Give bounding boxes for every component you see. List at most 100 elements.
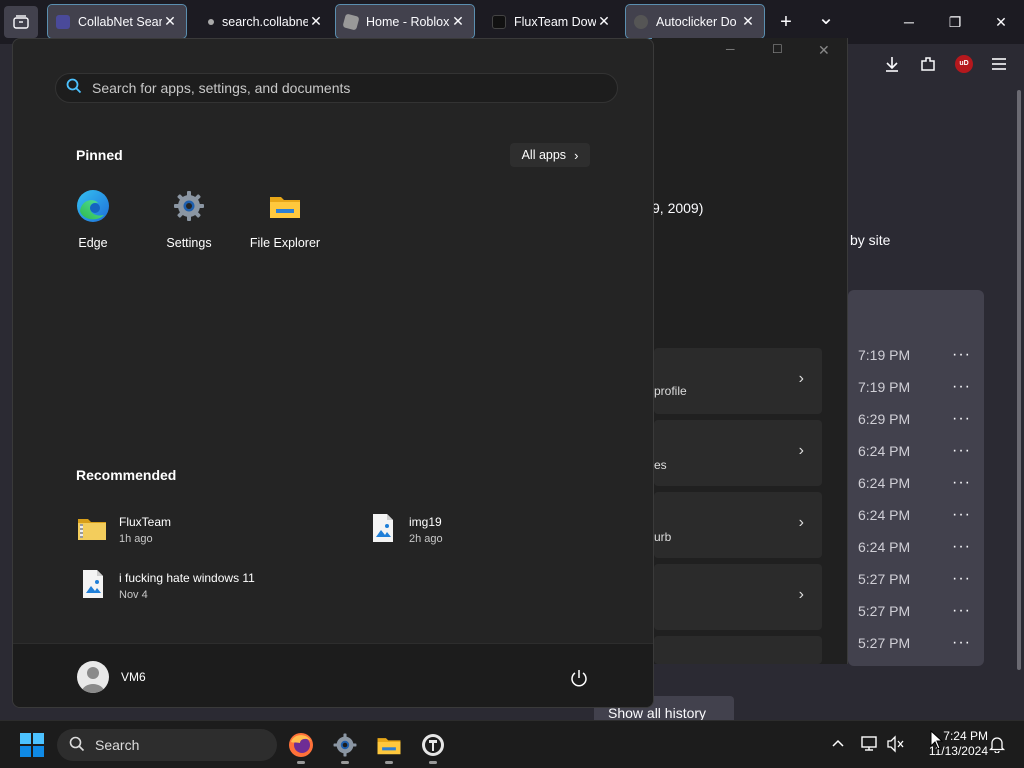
tab-autoclicker[interactable]: Autoclicker Do ✕ (625, 4, 765, 39)
history-row[interactable]: 6:29 PM ··· (858, 403, 984, 435)
volume-muted-icon[interactable] (886, 735, 906, 753)
image-file-icon (369, 513, 397, 548)
pinned-title: Pinned (76, 147, 123, 163)
more-options-icon[interactable]: ··· (952, 346, 971, 364)
settings-minimize-icon[interactable]: ─ (726, 42, 735, 56)
history-row[interactable]: 6:24 PM ··· (858, 531, 984, 563)
notification-bell-icon[interactable] (988, 735, 1006, 754)
close-icon[interactable]: ✕ (740, 13, 756, 30)
close-icon[interactable]: ✕ (596, 13, 612, 30)
start-menu-footer: VM6 (13, 643, 653, 707)
tab-list-button[interactable]: ⌄ (812, 4, 840, 32)
new-tab-button[interactable]: + (772, 8, 800, 36)
extensions-icon[interactable] (918, 54, 938, 74)
recommended-item[interactable]: FluxTeam 1h ago (77, 509, 171, 551)
zip-folder-icon (77, 514, 107, 547)
tab-collabnet[interactable]: CollabNet Search ✕ (47, 4, 187, 39)
start-menu: Pinned All apps › Edge (12, 38, 654, 708)
recommended-item[interactable]: img19 2h ago (369, 509, 443, 551)
taskbar-search[interactable]: Search (57, 729, 277, 761)
restore-button[interactable]: ❐ (932, 0, 978, 44)
tab-title: Autoclicker Do (656, 14, 737, 29)
all-apps-button[interactable]: All apps › (510, 143, 590, 167)
pinned-edge[interactable]: Edge (45, 189, 141, 261)
firefox-icon[interactable] (284, 728, 318, 764)
history-row[interactable]: 5:27 PM ··· (858, 595, 984, 627)
history-row[interactable]: 5:27 PM ··· (858, 563, 984, 595)
close-icon[interactable]: ✕ (450, 13, 466, 30)
pinned-label: File Explorer (249, 236, 321, 250)
tab-overview-icon[interactable] (4, 6, 38, 38)
app-icon[interactable] (416, 728, 450, 764)
start-icon[interactable] (15, 728, 49, 762)
pinned-settings[interactable]: Settings (141, 189, 237, 261)
dot-favicon-icon (208, 18, 214, 25)
more-options-icon[interactable]: ··· (952, 538, 971, 556)
fluxteam-favicon-icon (492, 14, 506, 29)
file-explorer-icon (268, 189, 302, 228)
close-icon[interactable]: ✕ (162, 13, 178, 30)
autoclicker-favicon-icon (634, 14, 648, 29)
history-row[interactable]: 6:24 PM ··· (858, 467, 984, 499)
tab-fluxteam[interactable]: FluxTeam Down ✕ (484, 5, 620, 38)
recommended-item[interactable]: i fucking hate windows 11 Nov 4 (79, 565, 255, 607)
network-icon[interactable] (860, 735, 880, 753)
recommended-time: 1h ago (119, 533, 153, 545)
clock-time: 7:24 PM (943, 729, 988, 743)
ublock-icon[interactable]: uD (955, 55, 973, 73)
settings-card[interactable] (654, 636, 822, 664)
settings-close-icon[interactable]: ✕ (818, 42, 830, 59)
close-window-button[interactable]: ✕ (978, 0, 1024, 44)
more-options-icon[interactable]: ··· (952, 410, 971, 428)
settings-card[interactable]: es › (654, 420, 822, 486)
search-icon (66, 78, 82, 99)
image-file-icon (79, 569, 107, 604)
user-name: VM6 (121, 670, 146, 684)
recommended-time: Nov 4 (119, 589, 148, 601)
history-row[interactable]: 6:24 PM ··· (858, 499, 984, 531)
running-indicator (429, 761, 437, 764)
more-options-icon[interactable]: ··· (952, 634, 971, 652)
power-icon[interactable] (569, 668, 589, 688)
history-time: 6:29 PM (858, 411, 911, 427)
minimize-button[interactable]: ─ (886, 0, 932, 44)
settings-maximize-icon[interactable]: ☐ (772, 42, 783, 56)
menu-icon[interactable] (990, 56, 1008, 72)
user-account-button[interactable]: VM6 (77, 660, 146, 694)
all-apps-label: All apps (521, 148, 567, 162)
history-row[interactable]: 7:19 PM ··· (858, 371, 984, 403)
settings-card[interactable]: urb › (654, 492, 822, 558)
system-clock[interactable]: 7:24 PM 11/13/2024 (912, 729, 988, 759)
more-options-icon[interactable]: ··· (952, 442, 971, 460)
tab-roblox[interactable]: Home - Roblox ✕ (335, 4, 475, 39)
settings-icon[interactable] (328, 728, 362, 764)
chevron-right-icon: › (574, 147, 579, 163)
settings-card[interactable]: › (654, 564, 822, 630)
file-explorer-icon[interactable] (372, 728, 406, 764)
more-options-icon[interactable]: ··· (952, 378, 971, 396)
settings-card[interactable]: profile › (654, 348, 822, 414)
tab-title: CollabNet Search (78, 14, 162, 29)
history-time: 5:27 PM (858, 603, 911, 619)
history-row[interactable]: 5:27 PM ··· (858, 627, 984, 659)
date-fragment: 9, 2009) (652, 200, 704, 216)
more-options-icon[interactable]: ··· (952, 570, 971, 588)
roblox-favicon-icon (342, 12, 360, 31)
mouse-cursor-icon (930, 729, 944, 750)
history-row[interactable]: 7:19 PM ··· (858, 339, 984, 371)
chevron-up-icon[interactable] (830, 735, 846, 751)
more-options-icon[interactable]: ··· (952, 602, 971, 620)
page-scrollbar[interactable] (1017, 90, 1021, 670)
close-icon[interactable]: ✕ (308, 13, 324, 30)
tab-search-collabnet[interactable]: search.collabnet ✕ (196, 5, 332, 38)
more-options-icon[interactable]: ··· (952, 474, 971, 492)
download-icon[interactable] (882, 54, 902, 74)
history-time: 6:24 PM (858, 539, 911, 555)
search-input[interactable] (92, 80, 592, 96)
pinned-file-explorer[interactable]: File Explorer (237, 189, 333, 261)
recommended-name: i fucking hate windows 11 (119, 571, 255, 585)
history-time: 7:19 PM (858, 379, 911, 395)
history-row[interactable]: 6:24 PM ··· (858, 435, 984, 467)
start-search-box[interactable] (55, 73, 618, 103)
more-options-icon[interactable]: ··· (952, 506, 971, 524)
